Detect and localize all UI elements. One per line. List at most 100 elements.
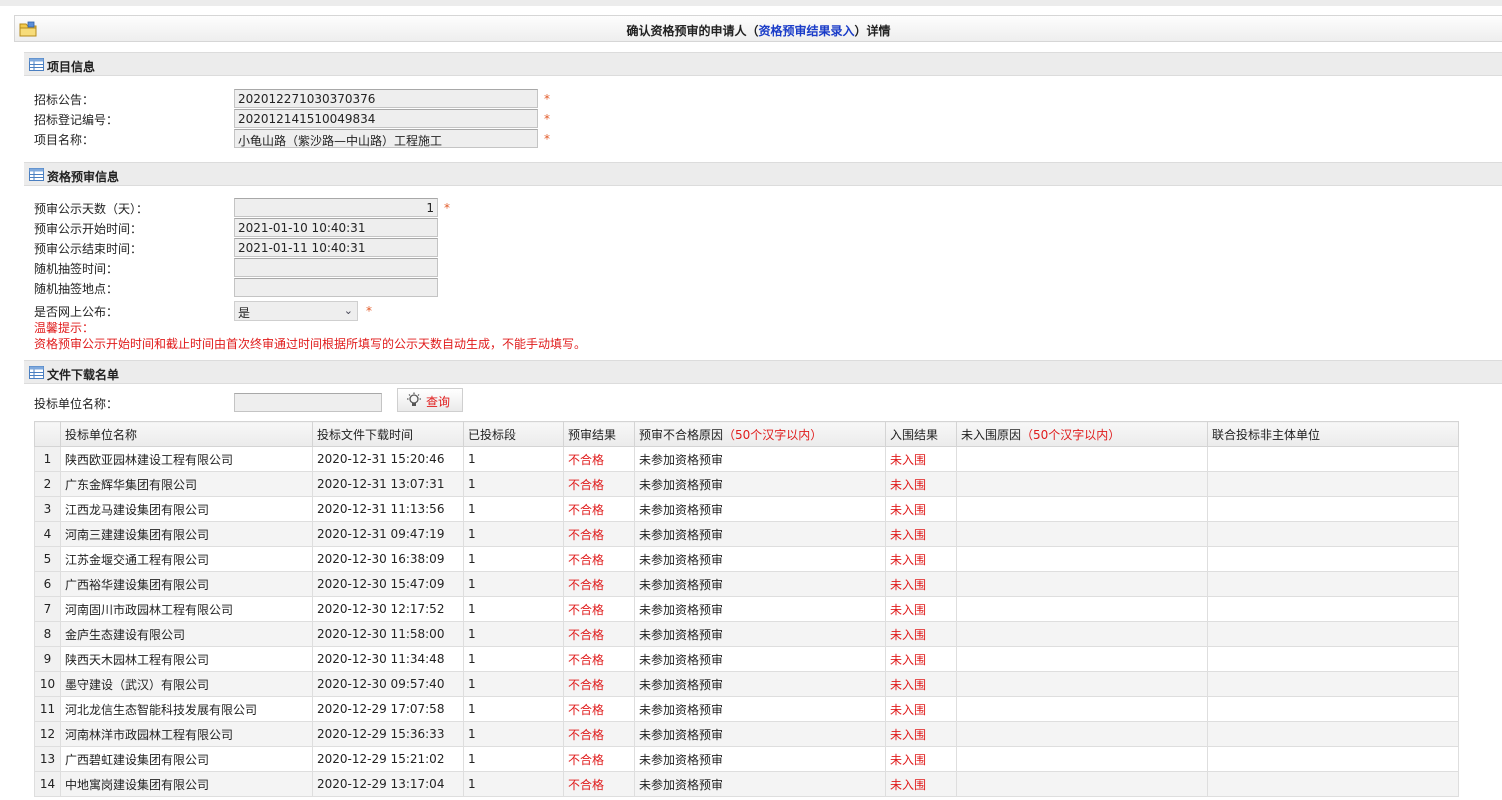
field-label: 项目名称： — [34, 133, 95, 147]
cell-not-shortlisted-reason[interactable] — [956, 471, 1208, 497]
table-row[interactable]: 10 墨守建设（武汉）有限公司 2020-12-30 09:57:40 1 不合格 未参加… — [34, 671, 1459, 697]
query-button[interactable]: 查询 — [397, 388, 463, 412]
cell-fail-reason[interactable]: 未参加资格预审 — [634, 771, 886, 797]
field-label: 是否网上公布： — [34, 305, 119, 319]
table-row[interactable]: 12 河南林洋市政园林工程有限公司 2020-12-29 15:36:33 1 不合格未… — [34, 721, 1459, 747]
cell-bidder-name: 陕西欧亚园林建设工程有限公司 — [60, 446, 313, 472]
section-header-project: 项目信息 — [24, 52, 1502, 76]
draw-place-input[interactable] — [234, 278, 438, 297]
table-row[interactable]: 2 广东金辉华集团有限公司 2020-12-31 13:07:31 1 不合格 未参加资格… — [34, 471, 1459, 497]
cell-joint-bid — [1207, 521, 1459, 547]
draw-time-input[interactable] — [234, 258, 438, 277]
cell-not-shortlisted-reason[interactable] — [956, 771, 1208, 797]
cell-fail-reason[interactable]: 未参加资格预审 — [634, 546, 886, 572]
cell-fail-reason[interactable]: 未参加资格预审 — [634, 471, 886, 497]
cell-shortlist-result: 未入围 — [885, 446, 957, 472]
cell-not-shortlisted-reason[interactable] — [956, 496, 1208, 522]
col-not-shortlisted-reason: 未入围原因（50个汉字以内） — [956, 421, 1208, 447]
cell-not-shortlisted-reason[interactable] — [956, 521, 1208, 547]
cell-fail-reason[interactable]: 未参加资格预审 — [634, 496, 886, 522]
table-row[interactable]: 14 中地寓岗建设集团有限公司 2020-12-29 13:17:04 1 不合格 未参加… — [34, 771, 1459, 797]
cell-not-shortlisted-reason[interactable] — [956, 746, 1208, 772]
table-row[interactable]: 7 河南固川市政园林工程有限公司 2020-12-30 12:17:52 1 不合格 未参… — [34, 596, 1459, 622]
cell-bidder-name: 河南林洋市政园林工程有限公司 — [60, 721, 313, 747]
publicity-days-input[interactable]: 1 — [234, 198, 438, 217]
cell-prequal-result: 不合格 — [563, 471, 635, 497]
cell-download-time: 2020-12-31 09:47:19 — [312, 521, 464, 547]
table-icon — [29, 366, 44, 379]
cell-prequal-result: 不合格 — [563, 596, 635, 622]
cell-not-shortlisted-reason[interactable] — [956, 721, 1208, 747]
cell-fail-reason[interactable]: 未参加资格预审 — [634, 646, 886, 672]
table-row[interactable]: 5 江苏金堰交通工程有限公司 2020-12-30 16:38:09 1 不合格 未参加资… — [34, 546, 1459, 572]
cell-not-shortlisted-reason[interactable] — [956, 696, 1208, 722]
field-draw-place: 随机抽签地点： — [24, 277, 1502, 297]
start-time-input[interactable]: 2021-01-10 10:40:31 — [234, 218, 438, 237]
table-row[interactable]: 13 广西碧虹建设集团有限公司 2020-12-29 15:21:02 1 不合格 未参加… — [34, 746, 1459, 772]
field-label: 预审公示结束时间： — [34, 242, 143, 256]
cell-fail-reason[interactable]: 未参加资格预审 — [634, 571, 886, 597]
cell-download-time: 2020-12-29 13:17:04 — [312, 771, 464, 797]
cell-fail-reason[interactable]: 未参加资格预审 — [634, 671, 886, 697]
table-row[interactable]: 11 河北龙信生态智能科技发展有限公司 2020-12-29 17:07:58 1 不合… — [34, 696, 1459, 722]
cell-joint-bid — [1207, 621, 1459, 647]
cell-section: 1 — [463, 471, 564, 497]
row-index: 6 — [34, 571, 61, 597]
project-name-input[interactable]: 小龟山路（紫沙路—中山路）工程施工 — [234, 129, 538, 148]
cell-fail-reason[interactable]: 未参加资格预审 — [634, 521, 886, 547]
registration-no-input[interactable]: 202012141510049834 — [234, 109, 538, 128]
table-row[interactable]: 1 陕西欧亚园林建设工程有限公司 2020-12-31 15:20:46 1 不合格 未参… — [34, 446, 1459, 472]
table-row[interactable]: 3 江西龙马建设集团有限公司 2020-12-31 11:13:56 1 不合格 未参加资… — [34, 496, 1459, 522]
cell-fail-reason[interactable]: 未参加资格预审 — [634, 596, 886, 622]
cell-joint-bid — [1207, 471, 1459, 497]
cell-joint-bid — [1207, 596, 1459, 622]
search-row: 投标单位名称： 查询 — [24, 384, 1502, 414]
cell-bidder-name: 河南三建建设集团有限公司 — [60, 521, 313, 547]
cell-fail-reason[interactable]: 未参加资格预审 — [634, 721, 886, 747]
cell-shortlist-result: 未入围 — [885, 621, 957, 647]
cell-download-time: 2020-12-30 11:58:00 — [312, 621, 464, 647]
bidder-name-search-input[interactable] — [234, 393, 382, 412]
cell-prequal-result: 不合格 — [563, 696, 635, 722]
table-row[interactable]: 4 河南三建建设集团有限公司 2020-12-31 09:47:19 1 不合格 未参加资… — [34, 521, 1459, 547]
cell-prequal-result: 不合格 — [563, 521, 635, 547]
table-row[interactable]: 9 陕西天木园林工程有限公司 2020-12-30 11:34:48 1 不合格 未参加资… — [34, 646, 1459, 672]
hint-title: 温馨提示： — [34, 321, 95, 335]
cell-not-shortlisted-reason[interactable] — [956, 671, 1208, 697]
query-button-label: 查询 — [426, 395, 451, 409]
cell-not-shortlisted-reason[interactable] — [956, 446, 1208, 472]
row-index: 1 — [34, 446, 61, 472]
bid-notice-input[interactable]: 202012271030370376 — [234, 89, 538, 108]
cell-bidder-name: 江西龙马建设集团有限公司 — [60, 496, 313, 522]
cell-fail-reason[interactable]: 未参加资格预审 — [634, 746, 886, 772]
table-row[interactable]: 8 金庐生态建设有限公司 2020-12-30 11:58:00 1 不合格 未参加资格预… — [34, 621, 1459, 647]
cell-not-shortlisted-reason[interactable] — [956, 571, 1208, 597]
field-label: 预审公示开始时间： — [34, 222, 143, 236]
table-row[interactable]: 6 广西裕华建设集团有限公司 2020-12-30 15:47:09 1 不合格 未参加资… — [34, 571, 1459, 597]
table-icon — [29, 58, 44, 71]
page-title: 确认资格预审的申请人（资格预审结果录入）详情 — [626, 24, 891, 38]
cell-not-shortlisted-reason[interactable] — [956, 621, 1208, 647]
cell-fail-reason[interactable]: 未参加资格预审 — [634, 696, 886, 722]
cell-fail-reason[interactable]: 未参加资格预审 — [634, 621, 886, 647]
field-label: 随机抽签时间： — [34, 262, 119, 276]
cell-shortlist-result: 未入围 — [885, 696, 957, 722]
cell-fail-reason[interactable]: 未参加资格预审 — [634, 446, 886, 472]
cell-prequal-result: 不合格 — [563, 721, 635, 747]
cell-not-shortlisted-reason[interactable] — [956, 646, 1208, 672]
cell-download-time: 2020-12-30 11:34:48 — [312, 646, 464, 672]
row-index: 11 — [34, 696, 61, 722]
cell-joint-bid — [1207, 646, 1459, 672]
cell-not-shortlisted-reason[interactable] — [956, 546, 1208, 572]
field-end-time: 预审公示结束时间： 2021-01-11 10:40:31 — [24, 237, 1502, 257]
cell-bidder-name: 中地寓岗建设集团有限公司 — [60, 771, 313, 797]
end-time-input[interactable]: 2021-01-11 10:40:31 — [234, 238, 438, 257]
col-shortlist-result: 入围结果 — [885, 421, 957, 447]
cell-not-shortlisted-reason[interactable] — [956, 596, 1208, 622]
cell-joint-bid — [1207, 696, 1459, 722]
cell-section: 1 — [463, 446, 564, 472]
select-value: 是 — [238, 306, 251, 320]
cell-joint-bid — [1207, 771, 1459, 797]
publish-online-select[interactable]: 是 ⌄ — [234, 301, 358, 321]
cell-download-time: 2020-12-29 15:36:33 — [312, 721, 464, 747]
